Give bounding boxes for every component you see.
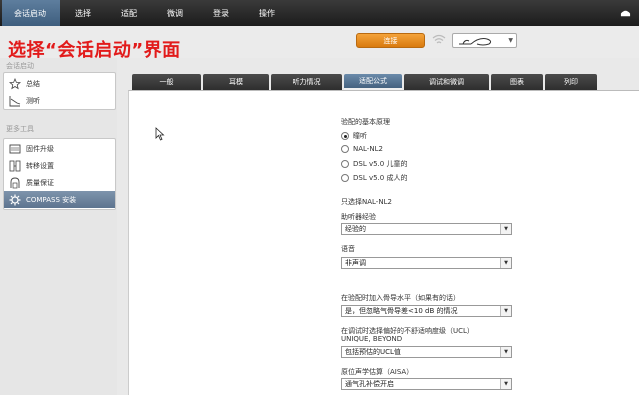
wireless-icon	[432, 34, 446, 44]
radio-label: 瞳听	[353, 132, 367, 140]
sidebar: 会话启动 总结 测听 更多工具 固件升级 转移设置 质量保证 COMPASS 安…	[0, 58, 117, 395]
nav-fine-tune[interactable]: 微调	[152, 0, 198, 26]
aisa-label: 原位声学估算（AISA）	[341, 368, 414, 376]
tab-hearing-status[interactable]: 听力情况	[271, 74, 342, 90]
experience-select[interactable]: 经验的 ▼	[341, 223, 512, 235]
nav-select[interactable]: 选择	[60, 0, 106, 26]
sidebar-item-compass-install[interactable]: COMPASS 安装	[4, 191, 115, 208]
audiogram-icon	[8, 94, 21, 107]
tutorial-caption: 选择“会话启动”界面	[8, 40, 181, 61]
sidebar-item-label: 转移设置	[26, 161, 54, 170]
aisa-value: 通气孔补偿开启	[345, 380, 394, 388]
tab-earmold[interactable]: 耳模	[203, 74, 269, 90]
language-select[interactable]: 非声调 ▼	[341, 257, 512, 269]
language-value: 非声调	[345, 259, 366, 267]
sidebar-item-firmware[interactable]: 固件升级	[4, 140, 115, 157]
user-menu-icon[interactable]	[620, 8, 631, 19]
radio-button[interactable]	[341, 160, 349, 168]
tab-print[interactable]: 列印	[545, 74, 597, 90]
radio-option-dsl-adult[interactable]: DSL v5.0 成人的	[341, 173, 407, 183]
sidebar-section-session-label: 会话启动	[6, 62, 34, 70]
sidebar-item-transfer[interactable]: 转移设置	[4, 157, 115, 174]
ucl-sublabel: UNIQUE, BEYOND	[341, 335, 403, 343]
sidebar-item-label: COMPASS 安装	[26, 195, 77, 204]
nal-only-label: 只选择NAL-NL2	[341, 198, 392, 206]
hearing-aid-icon	[459, 38, 492, 46]
connect-button[interactable]: 连接	[356, 33, 425, 48]
radio-option-tongting[interactable]: 瞳听	[341, 131, 367, 141]
sidebar-item-summary[interactable]: 总结	[4, 75, 115, 92]
device-dropdown[interactable]: ▼	[452, 33, 517, 48]
sidebar-item-label: 质量保证	[26, 178, 54, 187]
sidebar-item-audiometry[interactable]: 测听	[4, 92, 115, 109]
radio-button[interactable]	[341, 145, 349, 153]
transfer-icon	[8, 159, 21, 172]
radio-label: DSL v5.0 儿童的	[353, 160, 408, 168]
gear-icon	[8, 193, 21, 206]
radio-option-nal-nl2[interactable]: NAL-NL2	[341, 145, 383, 153]
radio-button[interactable]	[341, 132, 349, 140]
experience-value: 经验的	[345, 225, 366, 233]
quality-icon	[8, 176, 21, 189]
user-menu[interactable]	[620, 0, 639, 26]
bone-conduction-select[interactable]: 是，但忽略气骨导差<10 dB 的情况 ▼	[341, 305, 512, 317]
nav-login[interactable]: 登录	[198, 0, 244, 26]
radio-label: DSL v5.0 成人的	[353, 174, 408, 182]
sidebar-item-quality[interactable]: 质量保证	[4, 174, 115, 191]
experience-label: 助听器经验	[341, 213, 376, 221]
mouse-cursor-icon	[155, 127, 165, 141]
bone-conduction-value: 是，但忽略气骨导差<10 dB 的情况	[345, 307, 458, 315]
sidebar-session-panel: 总结 测听	[3, 72, 116, 110]
tab-general[interactable]: 一般	[132, 74, 201, 90]
tab-charts[interactable]: 图表	[491, 74, 543, 90]
top-navigation: 会话启动 选择 适配 微调 登录 操作	[0, 0, 639, 26]
ucl-select[interactable]: 包括预估的UCL值 ▼	[341, 346, 512, 358]
sidebar-section-tools-label: 更多工具	[6, 125, 34, 133]
firmware-icon	[8, 142, 21, 155]
tab-fitting-formula[interactable]: 适配公式	[344, 74, 402, 90]
nav-fit[interactable]: 适配	[106, 0, 152, 26]
tab-tune[interactable]: 调试和微调	[404, 74, 489, 90]
radio-button[interactable]	[341, 174, 349, 182]
chevron-down-icon[interactable]: ▼	[500, 347, 511, 357]
sidebar-item-label: 测听	[26, 96, 40, 105]
principle-label: 验配的基本原理	[341, 118, 390, 126]
radio-option-dsl-child[interactable]: DSL v5.0 儿童的	[341, 159, 407, 169]
language-label: 语音	[341, 245, 355, 253]
nav-operation[interactable]: 操作	[244, 0, 290, 26]
chevron-down-icon: ▼	[508, 37, 513, 44]
chevron-down-icon[interactable]: ▼	[500, 258, 511, 268]
nav-session-start[interactable]: 会话启动	[2, 0, 60, 26]
chevron-down-icon[interactable]: ▼	[500, 379, 511, 389]
sidebar-item-label: 总结	[26, 79, 40, 88]
sidebar-item-label: 固件升级	[26, 144, 54, 153]
ucl-value: 包括预估的UCL值	[345, 348, 401, 356]
bone-conduction-label: 在验配时加入骨导水平（如果有的话）	[341, 294, 460, 302]
star-icon	[8, 77, 21, 90]
sidebar-tools-panel: 固件升级 转移设置 质量保证 COMPASS 安装	[3, 138, 116, 210]
chevron-down-icon[interactable]: ▼	[500, 224, 511, 234]
tab-bar: 一般 耳模 听力情况 适配公式 调试和微调 图表 列印	[132, 74, 599, 90]
chevron-down-icon[interactable]: ▼	[500, 306, 511, 316]
radio-label: NAL-NL2	[353, 145, 383, 153]
aisa-select[interactable]: 通气孔补偿开启 ▼	[341, 378, 512, 390]
